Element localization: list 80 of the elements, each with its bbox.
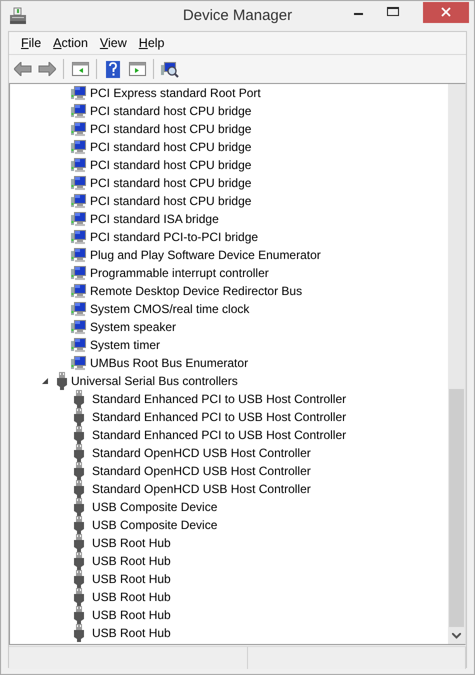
computer-icon: [71, 355, 87, 371]
menu-item[interactable]: Action: [47, 36, 94, 50]
tree-item[interactable]: PCI standard host CPU bridge: [90, 158, 252, 172]
tree-item[interactable]: USB Root Hub: [92, 626, 171, 640]
tree-item[interactable]: Standard Enhanced PCI to USB Host Controller: [92, 410, 346, 424]
scrollbar-thumb[interactable]: [449, 389, 464, 627]
close-button[interactable]: [423, 2, 469, 22]
tree-category[interactable]: Universal Serial Bus controllers: [71, 374, 238, 388]
menu-item[interactable]: View: [94, 36, 133, 50]
usb-plug-icon: [74, 408, 84, 426]
computer-icon: [71, 103, 87, 119]
tree-item[interactable]: PCI standard PCI-to-PCI bridge: [90, 230, 258, 244]
panel-icon: [128, 62, 146, 76]
scrollbar[interactable]: [448, 84, 465, 644]
tree-item[interactable]: System CMOS/real time clock: [90, 302, 250, 316]
usb-plug-icon: [74, 444, 84, 462]
computer-icon: [71, 229, 87, 245]
tree-item[interactable]: USB Root Hub: [92, 536, 171, 550]
usb-plug-icon: [74, 588, 84, 606]
tree-item[interactable]: USB Root Hub: [92, 572, 171, 586]
tree-item[interactable]: Standard Enhanced PCI to USB Host Controller: [92, 428, 346, 442]
monitor-magnifier-icon: [161, 60, 179, 78]
tree-item[interactable]: Standard OpenHCD USB Host Controller: [92, 464, 311, 478]
computer-icon: [71, 337, 87, 353]
usb-plug-icon: [74, 570, 84, 588]
computer-icon: [71, 121, 87, 137]
computer-icon: [71, 265, 87, 281]
tree-item[interactable]: Standard OpenHCD USB Host Controller: [92, 446, 311, 460]
tree-item[interactable]: PCI standard host CPU bridge: [90, 176, 252, 190]
tree-item[interactable]: USB Composite Device: [92, 500, 218, 514]
computer-icon: [71, 283, 87, 299]
computer-icon: [71, 301, 87, 317]
tree-item[interactable]: Standard OpenHCD USB Host Controller: [92, 482, 311, 496]
tree-item[interactable]: Programmable interrupt controller: [90, 266, 269, 280]
usb-plug-icon: [74, 516, 84, 534]
menu-item[interactable]: File: [15, 36, 48, 50]
forward-arrow-icon: [38, 62, 56, 76]
usb-plug-icon: [74, 426, 84, 444]
usb-plug-icon: [74, 498, 84, 516]
usb-plug-icon: [74, 480, 84, 498]
tree-item[interactable]: PCI standard host CPU bridge: [90, 140, 252, 154]
tree-item[interactable]: USB Composite Device: [92, 518, 218, 532]
window-title: Device Manager: [182, 7, 292, 24]
tree-item[interactable]: System timer: [90, 338, 160, 352]
close-icon: [441, 7, 451, 17]
usb-plug-icon: [74, 552, 84, 570]
usb-plug-icon: [74, 390, 84, 408]
tree-item[interactable]: USB Root Hub: [92, 590, 171, 604]
usb-plug-icon: [74, 462, 84, 480]
computer-icon: [71, 139, 87, 155]
maximize-icon: [387, 7, 399, 17]
back-arrow-icon: [14, 62, 32, 76]
tree-item[interactable]: USB Root Hub: [92, 608, 171, 622]
tree-item[interactable]: PCI Express standard Root Port: [90, 86, 261, 100]
tree-item[interactable]: Standard Enhanced PCI to USB Host Controller: [92, 392, 346, 406]
chevron-down-icon: [452, 632, 461, 638]
menu-item[interactable]: Help: [132, 36, 171, 50]
computer-icon: [71, 193, 87, 209]
computer-icon: [71, 247, 87, 263]
usb-plug-icon: [74, 624, 84, 642]
panel-icon: [72, 62, 88, 76]
computer-icon: [71, 319, 87, 335]
expander-icon[interactable]: [41, 377, 49, 385]
usb-plug-icon: [74, 606, 84, 624]
tree-item[interactable]: PCI standard host CPU bridge: [90, 122, 252, 136]
tree-item[interactable]: PCI standard host CPU bridge: [90, 194, 252, 208]
tree-item[interactable]: USB Root Hub: [92, 554, 171, 568]
computer-icon: [71, 175, 87, 191]
tree-item[interactable]: PCI standard host CPU bridge: [90, 104, 252, 118]
tree-item[interactable]: System speaker: [90, 320, 176, 334]
usb-plug-icon: [57, 372, 67, 390]
tree-item[interactable]: Plug and Play Software Device Enumerator: [90, 248, 321, 262]
printer-icon: [9, 7, 27, 25]
computer-icon: [71, 211, 87, 227]
tree-item[interactable]: Remote Desktop Device Redirector Bus: [90, 284, 302, 298]
tree-item[interactable]: PCI standard ISA bridge: [90, 212, 219, 226]
help-icon: [106, 60, 120, 78]
usb-plug-icon: [74, 534, 84, 552]
computer-icon: [71, 157, 87, 173]
tree-item[interactable]: UMBus Root Bus Enumerator: [90, 356, 248, 370]
